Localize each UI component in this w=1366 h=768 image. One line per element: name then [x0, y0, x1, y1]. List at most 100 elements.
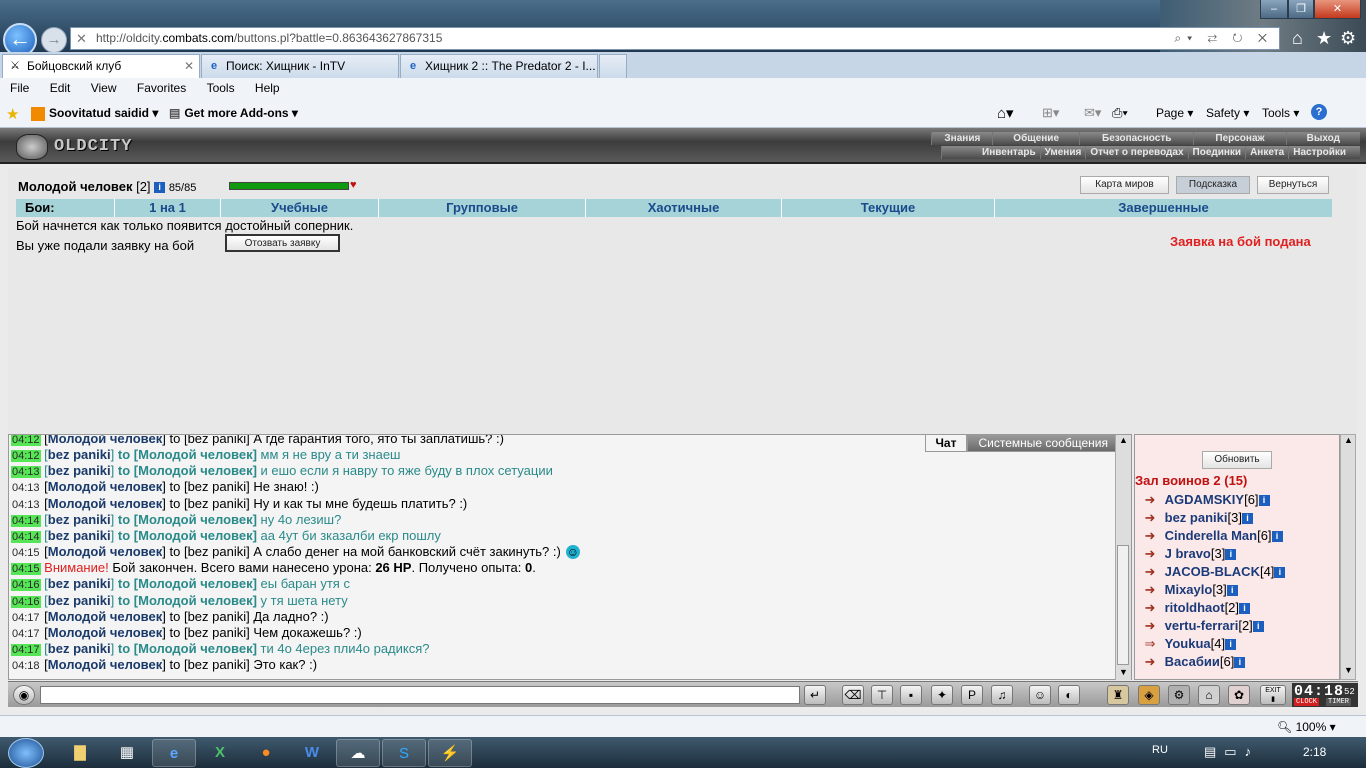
safety-menu[interactable]: Safety ▾ — [1206, 106, 1249, 120]
system-messages-tab[interactable]: Системные сообщения — [967, 435, 1119, 452]
page-menu[interactable]: Page ▾ — [1156, 106, 1193, 120]
chat-log[interactable]: 04:12 [Молодой человек] to [bez paniki] … — [8, 434, 1132, 680]
menu-edit[interactable]: Edit — [50, 78, 71, 99]
info-icon[interactable]: i — [1274, 567, 1286, 579]
chat-sender[interactable]: Молодой человек — [48, 657, 162, 672]
scroll-thumb[interactable] — [1117, 545, 1129, 665]
menu-view[interactable]: View — [91, 78, 117, 99]
zoom-control[interactable]: 🔍︎ 100% ▾ — [1277, 720, 1336, 734]
chat-recipient[interactable]: bez paniki — [188, 609, 247, 624]
start-button[interactable] — [8, 738, 44, 768]
chat-input[interactable] — [40, 686, 800, 704]
private-message-arrow-icon[interactable]: ⇒ — [1139, 636, 1161, 652]
chat-time[interactable]: 04:13 — [11, 466, 41, 479]
suggested-sites[interactable]: Soovitatud saidid ▾ — [31, 106, 158, 121]
chat-sender[interactable]: Молодой человек — [48, 544, 162, 559]
menu-profile[interactable]: Анкета — [1245, 146, 1289, 159]
info-icon[interactable]: i — [1225, 549, 1237, 561]
tab-training[interactable]: Учебные — [221, 199, 379, 217]
menu-skills[interactable]: Умения — [1039, 146, 1086, 159]
hint-button[interactable]: Подсказка — [1176, 176, 1250, 194]
tab-search-predator[interactable]: e Поиск: Хищник - InTV — [201, 54, 399, 78]
new-tab-button[interactable] — [599, 54, 627, 78]
world-map-button[interactable]: Карта миров — [1080, 176, 1169, 194]
app-taskbar-icon[interactable]: ⚡ — [428, 739, 472, 767]
info-icon[interactable]: i — [1234, 657, 1246, 669]
chat-time[interactable]: 04:17 — [11, 628, 41, 640]
chat-scrollbar[interactable]: ▲ ▼ — [1115, 435, 1131, 680]
maximize-button[interactable]: ❐ — [1288, 0, 1314, 19]
ie-taskbar-icon[interactable]: e — [152, 739, 196, 767]
scroll-down-icon[interactable]: ▼ — [1344, 665, 1353, 675]
menu-character[interactable]: Персонаж — [1193, 132, 1286, 145]
user-name[interactable]: Youkua — [1165, 636, 1211, 651]
firefox-taskbar-icon[interactable]: ● — [244, 739, 288, 767]
tab-group[interactable]: Групповые — [379, 199, 586, 217]
language-indicator[interactable]: RU — [1152, 744, 1168, 756]
menu-duels[interactable]: Поединки — [1187, 146, 1246, 159]
private-message-arrow-icon[interactable]: ➜ — [1139, 600, 1161, 616]
chat-time[interactable]: 04:16 — [11, 579, 41, 592]
private-message-arrow-icon[interactable]: ➜ — [1139, 654, 1161, 670]
scroll-down-icon[interactable]: ▼ — [1119, 667, 1128, 677]
filter-icon[interactable]: ⊤ — [871, 685, 893, 705]
tab-current[interactable]: Текущие — [782, 199, 995, 217]
menu-favorites[interactable]: Favorites — [137, 78, 186, 99]
home-icon[interactable]: ⌂ — [1292, 28, 1303, 49]
chat-recipient[interactable]: Молодой человек — [138, 447, 252, 462]
skype-taskbar-icon[interactable]: S — [382, 739, 426, 767]
chat-mode-icon[interactable]: ◉ — [13, 685, 35, 705]
favorites-star-icon[interactable]: ★ — [6, 105, 19, 123]
menu-inventory[interactable]: Инвентарь — [941, 146, 1040, 159]
chat-time[interactable]: 04:15 — [11, 563, 41, 576]
chat-sender[interactable]: Молодой человек — [48, 479, 162, 494]
user-name[interactable]: bez paniki — [1165, 510, 1228, 525]
menu-settings[interactable]: Настройки — [1288, 146, 1360, 159]
chat-recipient[interactable]: bez paniki — [188, 479, 247, 494]
chat-time[interactable]: 04:14 — [11, 530, 41, 543]
help-icon[interactable]: ? — [1311, 104, 1327, 120]
exit-icon[interactable]: EXIT ▮ — [1260, 685, 1286, 705]
private-message-arrow-icon[interactable]: ➜ — [1139, 492, 1161, 508]
network-taskbar-icon[interactable]: ☁ — [336, 739, 380, 767]
info-icon[interactable]: i — [1271, 531, 1283, 543]
info-icon[interactable]: i — [1258, 495, 1270, 507]
chat-time[interactable]: 04:13 — [11, 482, 41, 494]
send-icon[interactable]: ↵ — [804, 685, 826, 705]
chat-sender[interactable]: bez paniki — [48, 641, 111, 656]
sound-icon[interactable]: ♫ — [991, 685, 1013, 705]
scroll-up-icon[interactable]: ▲ — [1344, 435, 1353, 445]
user-name[interactable]: ritoldhaot — [1165, 600, 1225, 615]
chat-sender[interactable]: bez paniki — [48, 593, 111, 608]
refresh-button[interactable]: Обновить — [1202, 451, 1272, 469]
info-icon[interactable]: i — [1241, 513, 1253, 525]
tab-1v1[interactable]: 1 на 1 — [115, 199, 221, 217]
chat-time[interactable]: 04:18 — [11, 660, 41, 672]
explorer-taskbar-icon[interactable]: ▇ — [58, 739, 102, 767]
tools-menu[interactable]: Tools ▾ — [1262, 106, 1299, 120]
character-name[interactable]: Молодой человек — [18, 179, 132, 194]
home-icon[interactable]: ⌂▾ — [997, 104, 1014, 122]
taskbar-clock[interactable]: 2:18 — [1303, 745, 1326, 759]
chat-recipient[interactable]: Молодой человек — [138, 641, 252, 656]
info-icon[interactable]: i — [1226, 585, 1238, 597]
get-addons[interactable]: ▤ Get more Add-ons ▾ — [169, 106, 298, 120]
eraser-icon[interactable]: ⌫ — [842, 685, 864, 705]
chat-recipient[interactable]: bez paniki — [188, 625, 247, 640]
fighter-icon[interactable]: ✦ — [931, 685, 953, 705]
menu-transfers[interactable]: Отчет о переводах — [1085, 146, 1188, 159]
chat-time[interactable]: 04:16 — [11, 595, 41, 608]
chat-recipient[interactable]: bez paniki — [188, 657, 247, 672]
tab-predator-2[interactable]: e Хищник 2 :: The Predator 2 - I... — [400, 54, 598, 78]
private-message-arrow-icon[interactable]: ➜ — [1139, 546, 1161, 562]
menu-tools[interactable]: Tools — [207, 78, 235, 99]
menu-file[interactable]: File — [10, 78, 29, 99]
chat-sender[interactable]: bez paniki — [48, 528, 111, 543]
user-name[interactable]: vertu-ferrari — [1165, 618, 1239, 633]
save-icon[interactable]: ▪ — [900, 685, 922, 705]
chat-tab[interactable]: Чат — [924, 435, 968, 452]
calculator-taskbar-icon[interactable]: ▦ — [105, 739, 149, 767]
chat-time[interactable]: 04:12 — [11, 435, 41, 446]
menu-communication[interactable]: Общение — [992, 132, 1079, 145]
chat-recipient[interactable]: bez paniki — [188, 435, 247, 446]
